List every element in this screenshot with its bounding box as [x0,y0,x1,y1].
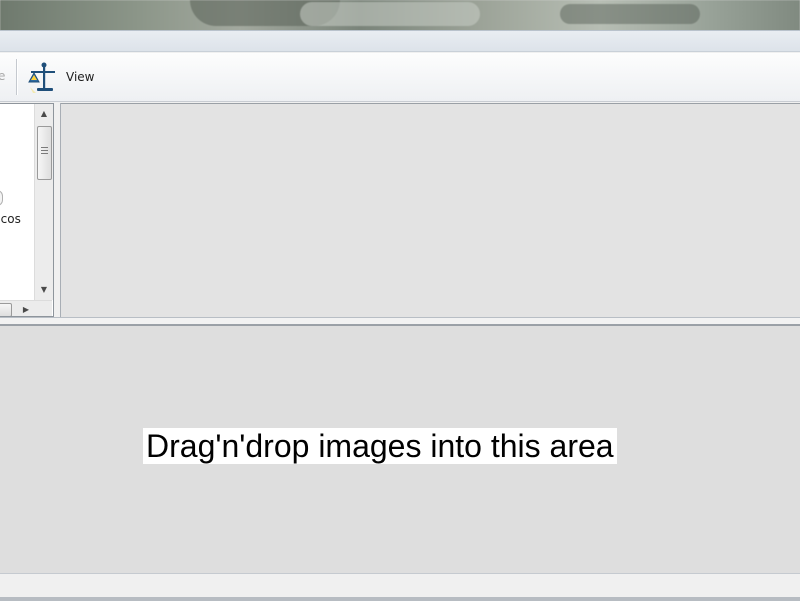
clipped-toolbar-label: e [0,69,6,83]
tree-item-label[interactable]: licos [0,212,21,226]
measuring-scale-icon [28,62,55,93]
preview-panel [61,103,800,318]
top-pane: licos ▲ ▼ ▶ [0,103,800,318]
status-bar [0,573,800,598]
toolbar: e View [0,53,800,102]
drop-hint-text: Drag'n'drop images into this area [143,428,617,464]
scroll-right-arrow-icon[interactable]: ▶ [18,301,34,316]
application-window: e View licos ▲ ▼ [0,30,800,601]
menu-strip [0,31,800,52]
scroll-up-arrow-icon[interactable]: ▲ [35,106,53,122]
background-blur-shape [300,2,480,26]
grip-icon [41,147,48,155]
vertical-splitter[interactable] [54,103,61,317]
tree-node-icon [0,190,3,206]
folder-tree-panel[interactable]: licos ▲ ▼ ▶ [0,103,54,317]
image-drop-area[interactable]: Drag'n'drop images into this area [0,325,800,574]
tree-vertical-scrollbar[interactable]: ▲ ▼ [34,104,53,300]
tree-horizontal-scrollbar[interactable]: ▶ [0,300,52,316]
scroll-down-arrow-icon[interactable]: ▼ [35,282,53,298]
scrollbar-thumb[interactable] [37,126,52,180]
window-bottom-border [0,597,800,601]
background-blur-shape [560,4,700,24]
view-button[interactable]: View [26,57,94,97]
view-button-label: View [66,70,95,84]
scrollbar-corner [34,301,52,316]
toolbar-separator [16,59,17,95]
desktop-background [0,0,800,32]
horizontal-splitter[interactable] [0,317,800,325]
horizontal-scrollbar-thumb[interactable] [0,303,12,316]
